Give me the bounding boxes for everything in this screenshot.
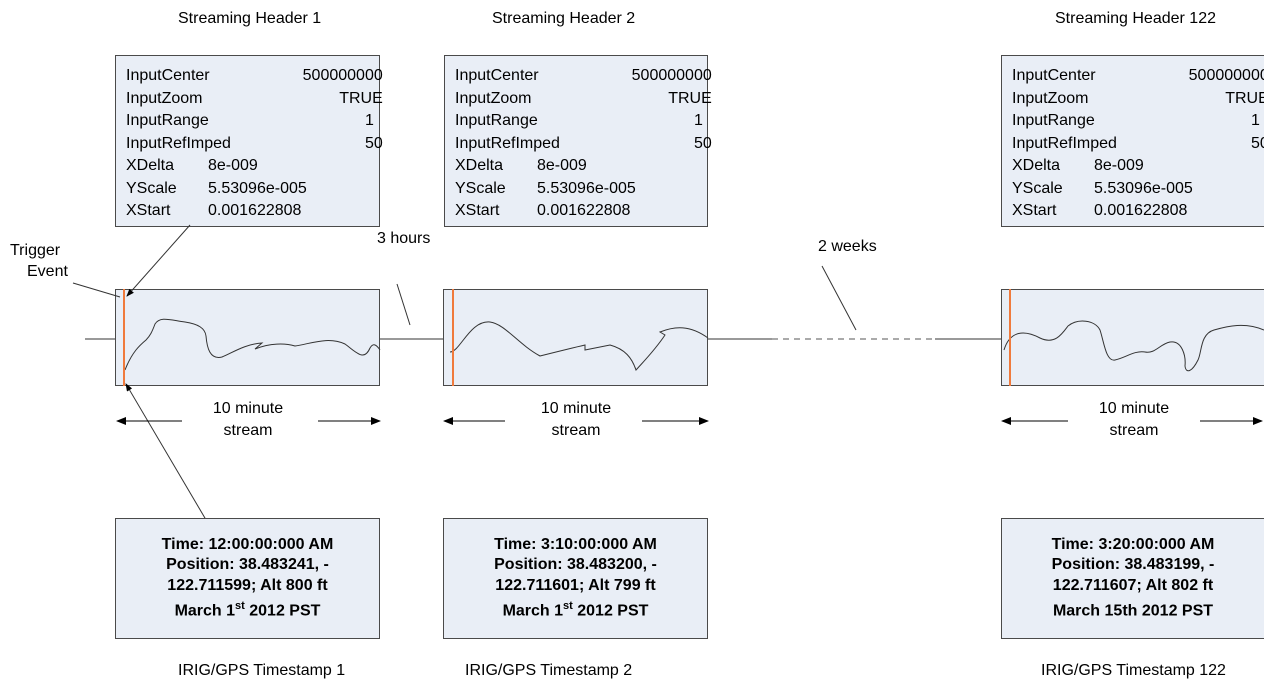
date-main: March 1: [502, 602, 564, 620]
header-title-122: Streaming Header 122: [1055, 10, 1216, 27]
stream-box-2: [443, 289, 708, 386]
timestamp-position: Position: 38.483200, -: [494, 556, 657, 574]
gap-3-hours-label: 3 hours: [377, 230, 431, 247]
field-value: 5.53096e-005: [208, 179, 307, 197]
timestamp-title-122: IRIG/GPS Timestamp 122: [1041, 662, 1226, 679]
field-value: 5.53096e-005: [537, 179, 636, 197]
header-fields-short: XDelta 8e-009 YScale 5.53096e-005 XStart 0.…: [1012, 155, 1193, 223]
stream-label-line1: 10 minute: [540, 400, 612, 417]
stream-label-line1: 10 minute: [1098, 400, 1170, 417]
timestamp-date: March 1st 2012 PST: [175, 596, 321, 622]
timestamp-position: Position: 38.483241, -: [166, 556, 329, 574]
field-value: 1: [693, 112, 703, 129]
stream-box-122: [1001, 289, 1264, 386]
trigger-event-label: Trigger Event: [10, 240, 68, 282]
field-value: 5.53096e-005: [1094, 179, 1193, 197]
date-rest: 2012 PST: [244, 602, 321, 620]
field-key: XDelta: [126, 157, 175, 174]
timestamp-time: Time: 12:00:00:000 AM: [161, 535, 334, 553]
trigger-label-line1: Trigger: [10, 242, 61, 259]
stream-label-line1: 10 minute: [212, 400, 284, 417]
timestamp-date: March 1st 2012 PST: [503, 596, 649, 622]
header-title-1: Streaming Header 1: [178, 10, 322, 27]
timestamp-title-1: IRIG/GPS Timestamp 1: [178, 662, 346, 679]
field-value: 50: [693, 134, 712, 152]
date-main: March 1: [174, 602, 236, 620]
field-value: 8e-009: [537, 157, 587, 174]
field-value: 0.001622808: [537, 202, 631, 219]
field-value: 0.001622808: [208, 202, 302, 219]
field-value: TRUE: [1225, 89, 1264, 107]
timestamp-alt: 122.711601; Alt 799 ft: [495, 576, 656, 594]
stream-label-2: 10 minute stream: [516, 398, 636, 442]
streaming-header-box-1: InputCenter 500000000 InputZoom TRUE Input…: [115, 55, 383, 227]
header-title-2: Streaming Header 2: [492, 10, 636, 27]
field-key: XStart: [455, 202, 500, 219]
field-key: InputZoom: [1012, 89, 1089, 107]
timestamp-time: Time: 3:20:00:000 AM: [1051, 535, 1215, 553]
timestamp-alt: 122.711599; Alt 800 ft: [167, 576, 328, 594]
field-value: 8e-009: [208, 157, 258, 174]
header-fields: InputCenter 500000000 InputZoom TRUE Input…: [455, 65, 712, 155]
stream-label-1: 10 minute stream: [188, 398, 308, 442]
stream-label-line2: stream: [551, 422, 601, 439]
field-key: XStart: [1012, 202, 1057, 219]
field-value: TRUE: [339, 89, 383, 107]
field-value: 500000000: [1188, 67, 1264, 84]
field-key: InputRange: [126, 112, 209, 129]
field-value: 1: [1250, 112, 1260, 129]
timestamp-date: March 15th 2012 PST: [1053, 596, 1213, 622]
field-key: InputRefImped: [126, 134, 231, 152]
timestamp-alt: 122.711607; Alt 802 ft: [1052, 576, 1214, 594]
field-key: InputRange: [1012, 112, 1095, 129]
streaming-header-box-2: InputCenter 500000000 InputZoom TRUE Input…: [444, 55, 712, 227]
stream-label-122: 10 minute stream: [1074, 398, 1194, 442]
timestamp-box-1: Time: 12:00:00:000 AM Position: 38.48324…: [115, 518, 380, 639]
header-fields-short: XDelta 8e-009 YScale 5.53096e-005 XStart 0.…: [455, 155, 636, 223]
field-value: 500000000: [631, 67, 712, 84]
timestamp-title-2: IRIG/GPS Timestamp 2: [465, 662, 633, 679]
header-fields: InputCenter 500000000 InputZoom TRUE Input…: [126, 65, 383, 155]
field-key: YScale: [126, 179, 177, 197]
stream-label-line2: stream: [1109, 422, 1159, 439]
field-key: YScale: [1012, 179, 1063, 197]
field-value: 0.001622808: [1094, 202, 1188, 219]
field-key: XDelta: [1012, 157, 1061, 174]
date-main: March 15th 2012 PST: [1052, 602, 1214, 620]
field-key: InputCenter: [455, 67, 539, 84]
header-fields-short: XDelta 8e-009 YScale 5.53096e-005 XStart 0.…: [126, 155, 307, 223]
header-fields: InputCenter 500000000 InputZoom TRUE Input…: [1012, 65, 1264, 155]
field-value: 50: [364, 134, 383, 152]
field-key: InputRefImped: [1012, 134, 1117, 152]
field-value: 8e-009: [1094, 157, 1144, 174]
date-ordinal: st: [563, 600, 573, 613]
field-key: YScale: [455, 179, 506, 197]
trigger-label-line2: Event: [27, 263, 68, 280]
field-value: TRUE: [668, 89, 712, 107]
timestamp-box-2: Time: 3:10:00:000 AM Position: 38.483200…: [443, 518, 708, 639]
field-key: InputZoom: [455, 89, 532, 107]
gap-2-weeks-label: 2 weeks: [818, 238, 877, 255]
field-key: InputCenter: [126, 67, 210, 84]
stream-box-1: [115, 289, 380, 386]
timestamp-box-122: Time: 3:20:00:000 AM Position: 38.483199…: [1001, 518, 1264, 639]
date-ordinal: st: [235, 600, 245, 613]
timestamp-position: Position: 38.483199, -: [1051, 556, 1215, 574]
field-key: InputRefImped: [455, 134, 560, 152]
field-value: 50: [1250, 134, 1264, 152]
timestamp-time: Time: 3:10:00:000 AM: [494, 535, 657, 553]
stream-label-line2: stream: [223, 422, 273, 439]
field-key: XStart: [126, 202, 171, 219]
field-value: 1: [364, 112, 374, 129]
field-key: XDelta: [455, 157, 504, 174]
field-key: InputCenter: [1012, 67, 1096, 84]
streaming-header-box-122: InputCenter 500000000 InputZoom TRUE Input…: [1001, 55, 1264, 227]
field-key: InputRange: [455, 112, 538, 129]
date-rest: 2012 PST: [572, 602, 649, 620]
field-key: InputZoom: [126, 89, 203, 107]
field-value: 500000000: [302, 67, 383, 84]
